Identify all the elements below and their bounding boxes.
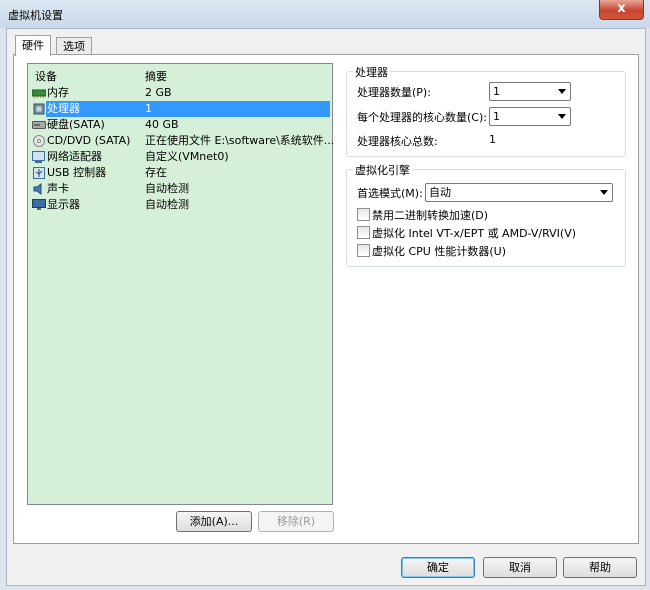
device-row-network-adapter[interactable]: 网络适配器 自定义(VMnet0)	[28, 149, 332, 165]
preferred-mode-select[interactable]: 自动	[425, 183, 613, 202]
close-button[interactable]: x	[599, 0, 644, 20]
device-summary: 40 GB	[145, 118, 179, 131]
cores-per-processor-select[interactable]: 1	[489, 107, 571, 126]
virtualize-cpu-counters-checkbox[interactable]	[357, 244, 370, 257]
help-button[interactable]: 帮助	[563, 557, 637, 578]
cancel-button[interactable]: 取消	[483, 557, 557, 578]
device-name: 硬盘(SATA)	[47, 118, 105, 131]
network-adapter-icon	[32, 151, 46, 163]
device-row-sound-card[interactable]: 声卡 自动检测	[28, 181, 332, 197]
device-name: 内存	[47, 86, 69, 99]
virtualization-group: 虚拟化引擎 首选模式(M): 自动 禁用二进制转换加速(D) 虚拟化 Intel…	[346, 162, 626, 267]
cores-per-processor-label: 每个处理器的核心数量(C):	[357, 111, 487, 124]
device-name: CD/DVD (SATA)	[47, 134, 131, 147]
virtualize-cpu-counters-label[interactable]: 虚拟化 CPU 性能计数器(U)	[372, 243, 506, 259]
device-list[interactable]: 设备 摘要 内存 2 GB 处理器 1 硬盘(SATA) 40 GB CD/DV…	[27, 63, 335, 505]
cores-per-processor-value: 1	[493, 110, 500, 123]
device-summary: 存在	[145, 166, 167, 179]
hard-disk-icon	[32, 119, 46, 131]
device-summary: 自动检测	[145, 198, 189, 211]
processor-count-value: 1	[493, 85, 500, 98]
tab-hardware[interactable]: 硬件	[15, 35, 51, 56]
usb-icon	[32, 167, 46, 179]
device-name: 声卡	[47, 182, 69, 195]
virtualize-vtx-label[interactable]: 虚拟化 Intel VT-x/EPT 或 AMD-V/RVI(V)	[372, 225, 576, 241]
selection-highlight	[46, 101, 330, 117]
device-name: USB 控制器	[47, 166, 107, 179]
processor-count-label: 处理器数量(P):	[357, 86, 431, 99]
total-cores-value: 1	[489, 133, 496, 146]
close-icon: x	[617, 1, 626, 16]
preferred-mode-label: 首选模式(M):	[357, 187, 423, 200]
processor-group-title: 处理器	[353, 64, 390, 80]
device-row-display[interactable]: 显示器 自动检测	[28, 197, 332, 213]
column-header-device[interactable]: 设备	[35, 68, 57, 84]
device-name: 显示器	[47, 198, 80, 211]
remove-device-button[interactable]: 移除(R)	[258, 511, 334, 532]
device-list-header: 设备 摘要	[28, 68, 332, 84]
preferred-mode-value: 自动	[429, 186, 451, 199]
dialog-client: 硬件 选项 设备 摘要 内存 2 GB 处理器 1 硬盘(SATA) 40 GB…	[6, 28, 646, 586]
device-summary: 2 GB	[145, 86, 172, 99]
virtualization-group-title: 虚拟化引擎	[353, 162, 412, 178]
device-row-hard-disk[interactable]: 硬盘(SATA) 40 GB	[28, 117, 332, 133]
device-row-cd-dvd[interactable]: CD/DVD (SATA) 正在使用文件 E:\software\系统软件...	[28, 133, 335, 149]
processor-group: 处理器 处理器数量(P): 1 每个处理器的核心数量(C): 1 处理器核心总数…	[346, 64, 626, 157]
hardware-panel: 设备 摘要 内存 2 GB 处理器 1 硬盘(SATA) 40 GB CD/DV…	[13, 54, 639, 544]
memory-icon	[32, 87, 46, 99]
device-summary: 自动检测	[145, 182, 189, 195]
device-row-processor[interactable]: 处理器 1	[28, 101, 332, 117]
tab-options[interactable]: 选项	[56, 37, 92, 55]
device-row-usb[interactable]: USB 控制器 存在	[28, 165, 332, 181]
device-row-memory[interactable]: 内存 2 GB	[28, 85, 332, 101]
chevron-down-icon	[600, 190, 608, 195]
window-title: 虚拟机设置	[8, 9, 63, 22]
cd-dvd-icon	[32, 135, 46, 147]
device-summary: 1	[145, 102, 152, 115]
processor-count-select[interactable]: 1	[489, 82, 571, 101]
device-name: 处理器	[47, 102, 80, 115]
display-icon	[32, 199, 46, 211]
virtualize-vtx-checkbox[interactable]	[357, 226, 370, 239]
device-summary: 自定义(VMnet0)	[145, 150, 229, 163]
title-bar: 虚拟机设置 x	[0, 0, 650, 28]
ok-button[interactable]: 确定	[401, 557, 475, 578]
column-header-summary[interactable]: 摘要	[145, 68, 167, 84]
disable-binary-translation-label[interactable]: 禁用二进制转换加速(D)	[372, 207, 488, 223]
processor-icon	[32, 103, 46, 115]
add-device-button[interactable]: 添加(A)...	[176, 511, 252, 532]
device-summary: 正在使用文件 E:\software\系统软件...	[145, 134, 335, 147]
total-cores-label: 处理器核心总数:	[357, 135, 438, 148]
disable-binary-translation-checkbox[interactable]	[357, 208, 370, 221]
device-name: 网络适配器	[47, 150, 102, 163]
chevron-down-icon	[558, 114, 566, 119]
chevron-down-icon	[558, 89, 566, 94]
sound-card-icon	[32, 183, 46, 195]
